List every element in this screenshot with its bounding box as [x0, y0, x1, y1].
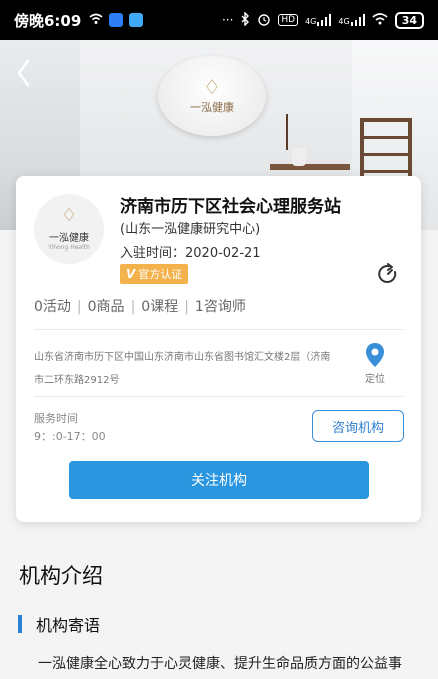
- join-date: 2020-02-21: [185, 246, 261, 261]
- sub-heading-accent-bar: [18, 615, 22, 633]
- service-hours-label: 服务时间: [34, 412, 78, 425]
- sub-heading-text: 机构寄语: [36, 616, 101, 635]
- battery-indicator: 34: [394, 11, 424, 29]
- status-bar: 傍晚6:09 ··· HD 4G 4G 34: [0, 0, 438, 40]
- org-avatar: ♢ 一泓健康 Yihong Health: [34, 194, 104, 264]
- stat-consultants[interactable]: 1咨询师: [195, 299, 246, 315]
- avatar-brand-text: 一泓健康: [49, 233, 89, 244]
- signal-icon: 4G: [338, 14, 365, 26]
- locate-button[interactable]: 定位: [360, 342, 390, 385]
- bluetooth-icon: [240, 10, 250, 29]
- join-label: 入驻时间：: [120, 246, 186, 261]
- org-address: 山东省济南市历下区中国山东济南市山东省图书馆汇文楼2层（济南市二环东路2912号: [34, 352, 331, 386]
- org-info-card: ♢ 一泓健康 Yihong Health 济南市历下区社会心理服务站 (山东一泓…: [16, 176, 421, 522]
- locate-label: 定位: [365, 374, 385, 385]
- stat-activities[interactable]: 0活动: [34, 299, 71, 315]
- signal-icon: 4G: [305, 14, 332, 26]
- more-notifications-icon: ···: [221, 13, 234, 27]
- stat-courses[interactable]: 0课程: [141, 299, 178, 315]
- hero-plant: [286, 114, 312, 150]
- org-stats: 0活动 | 0商品 | 0课程 | 1咨询师: [34, 296, 246, 316]
- service-hours-value: 9：:0-17：00: [34, 430, 106, 443]
- hero-logo-plate: ♢ 一泓健康: [158, 56, 266, 136]
- consult-org-button[interactable]: 咨询机构: [312, 410, 404, 442]
- org-intro-text: 一泓健康全心致力于心灵健康、提升生命品质方面的公益事: [38, 656, 402, 672]
- org-name: 济南市历下区社会心理服务站: [120, 197, 341, 217]
- section-title: 机构介绍: [19, 564, 103, 588]
- stat-separator: |: [76, 299, 82, 315]
- share-button[interactable]: [376, 262, 400, 286]
- wifi-icon: [372, 12, 388, 28]
- follow-org-button[interactable]: 关注机构: [69, 461, 369, 499]
- back-button[interactable]: [10, 56, 36, 90]
- join-date-row: 入驻时间：2020-02-21: [120, 242, 261, 261]
- signal-label: 4G: [338, 17, 350, 26]
- divider: [34, 396, 403, 397]
- app-notification-icon: [129, 13, 144, 27]
- hero-table: [270, 164, 350, 170]
- hero-vase: [292, 148, 306, 166]
- app-notification-icon: [109, 13, 124, 27]
- org-sub-name: (山东一泓健康研究中心): [120, 222, 261, 237]
- official-verified-badge: V 官方认证: [120, 264, 189, 284]
- signal-label: 4G: [305, 17, 317, 26]
- verified-v-icon: V: [126, 267, 136, 281]
- leaf-logo-icon: ♢: [60, 205, 78, 226]
- divider: [34, 329, 403, 330]
- share-refresh-icon: [378, 263, 397, 283]
- stat-separator: |: [184, 299, 189, 315]
- leaf-logo-icon: ♢: [203, 75, 221, 99]
- alarm-icon: [257, 12, 271, 29]
- wifi-icon: [89, 11, 103, 29]
- sub-heading: 机构寄语: [18, 612, 100, 636]
- badge-text: 官方认证: [138, 268, 183, 281]
- chevron-left-icon: [17, 59, 30, 87]
- hd-icon: HD: [278, 14, 299, 26]
- avatar-brand-subtext: Yihong Health: [48, 244, 90, 251]
- stat-products[interactable]: 0商品: [88, 299, 125, 315]
- location-pin-icon: [366, 343, 384, 367]
- stat-separator: |: [130, 299, 136, 315]
- status-time: 傍晚6:09: [14, 11, 82, 30]
- hero-logo-text: 一泓健康: [190, 101, 234, 114]
